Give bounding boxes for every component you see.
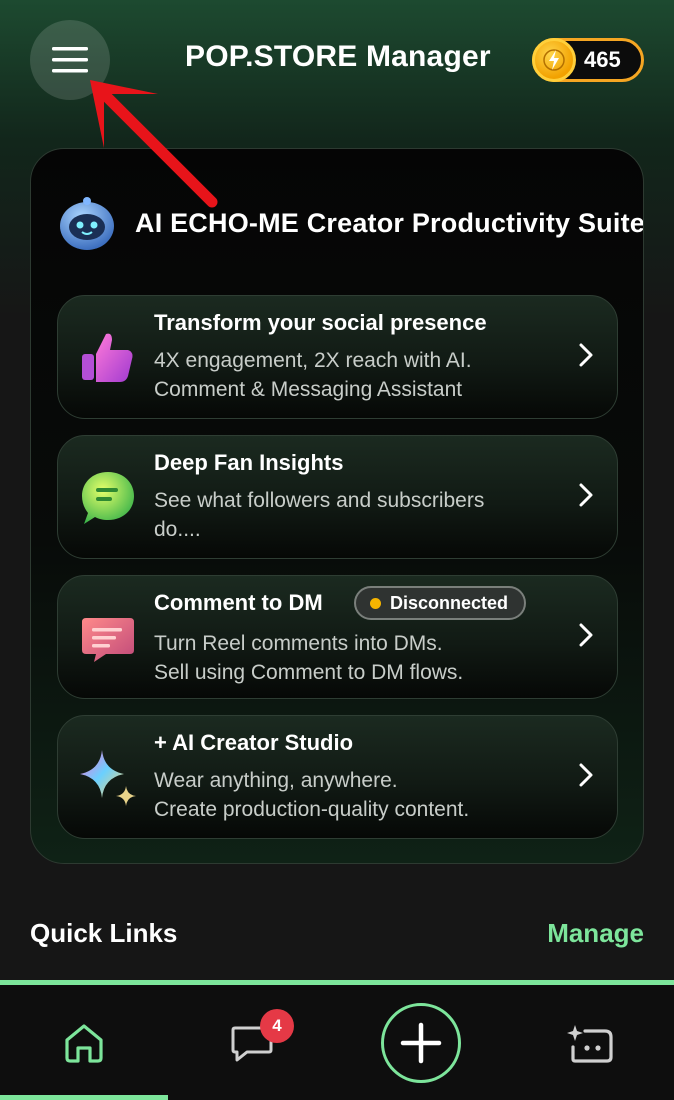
feature-description-line: Turn Reel comments into DMs. — [154, 632, 443, 655]
feature-social-presence[interactable]: Transform your social presence 4X engage… — [57, 295, 618, 419]
feature-description-line: Create production-quality content. — [154, 798, 470, 821]
feature-comment-to-dm[interactable]: Comment to DM Disconnected Turn Reel com… — [57, 575, 618, 699]
feature-description-line: Wear anything, anywhere. — [154, 769, 398, 792]
feature-description: 4X engagement, 2X reach with AI. Comment… — [154, 346, 554, 404]
home-icon — [65, 1023, 103, 1063]
coin-count: 465 — [584, 47, 621, 72]
feature-title: Deep Fan Insights — [154, 450, 344, 475]
add-icon — [400, 1022, 442, 1063]
add-button[interactable] — [381, 1002, 461, 1083]
ai-assistant-icon — [567, 1024, 613, 1063]
feature-description-line: Comment & Messaging Assistant — [154, 378, 463, 401]
nav-messages[interactable]: 4 — [168, 985, 336, 1100]
status-badge: Disconnected — [354, 586, 527, 620]
coin-balance[interactable]: 465 — [532, 38, 644, 82]
feature-description: See what followers and subscribers do...… — [154, 486, 554, 544]
feature-ai-creator-studio[interactable]: + AI Creator Studio Wear anything, anywh… — [57, 715, 618, 839]
feature-description-line: 4X engagement, 2X reach with AI. — [154, 349, 472, 372]
status-dot — [370, 597, 381, 609]
bottom-nav: 4 — [0, 980, 674, 1100]
notification-badge: 4 — [260, 1009, 294, 1043]
suite-card: AI ECHO-ME Creator Productivity Suite Tr… — [30, 148, 644, 864]
nav-add[interactable] — [336, 985, 506, 1100]
status-badge-label: Disconnected — [390, 592, 509, 613]
red-arrow-annotation — [90, 80, 218, 208]
active-tab-indicator — [0, 1095, 168, 1100]
feature-description-line: do.... — [154, 518, 201, 541]
thumbs-up-icon — [82, 333, 133, 382]
feature-description: Turn Reel comments into DMs. Sell using … — [154, 629, 554, 687]
chevron-right-icon — [579, 763, 593, 787]
feature-description-line: Sell using Comment to DM flows. — [154, 661, 464, 684]
chevron-right-icon — [579, 623, 593, 647]
quick-links-title: Quick Links — [30, 918, 178, 948]
manage-link[interactable]: Manage — [547, 918, 644, 949]
sparkle-icon — [80, 750, 136, 806]
feature-description-line: See what followers and subscribers — [154, 489, 485, 512]
feature-title: Transform your social presence — [154, 310, 487, 335]
message-icon — [82, 618, 134, 662]
chevron-right-icon — [579, 343, 593, 367]
chevron-right-icon — [579, 483, 593, 507]
nav-home[interactable] — [0, 985, 168, 1100]
feature-title: + AI Creator Studio — [154, 730, 354, 755]
nav-ai-assistant[interactable] — [506, 985, 674, 1100]
feature-title: Comment to DM — [154, 590, 323, 615]
lightning-coin-icon — [532, 38, 576, 82]
chat-bubble-icon — [82, 472, 134, 524]
feature-fan-insights[interactable]: Deep Fan Insights See what followers and… — [57, 435, 618, 559]
feature-description: Wear anything, anywhere. Create producti… — [154, 766, 554, 824]
